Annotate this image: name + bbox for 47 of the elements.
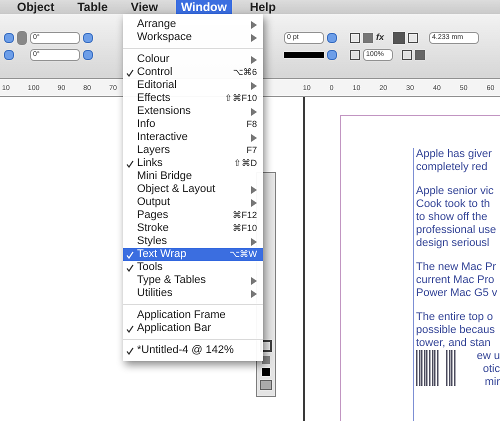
menu-item[interactable]: Effects ⇧⌘F10 — [123, 92, 263, 105]
body-text-line: tower, and stan — [416, 337, 492, 350]
body-text-line: Apple senior vic — [416, 185, 495, 198]
menu-item[interactable]: Workspace — [123, 31, 263, 44]
body-text-line: otic — [482, 363, 500, 376]
menu-item[interactable]: Editorial — [123, 79, 263, 92]
body-text-line: The entire top o — [416, 311, 494, 324]
menu-item[interactable]: Colour — [123, 53, 263, 66]
menu-item[interactable]: Info F8 — [123, 118, 263, 131]
menu-item[interactable]: Layers F7 — [123, 144, 263, 157]
body-text-line: completely red — [416, 161, 489, 174]
menu-item[interactable]: Extensions — [123, 105, 263, 118]
body-text-line: Apple has giver — [416, 148, 493, 161]
body-text-line: to show off the — [416, 211, 488, 224]
menu-item[interactable]: Output — [123, 196, 263, 209]
default-fill-icon — [262, 368, 270, 376]
effects-button[interactable]: fx — [376, 31, 384, 45]
stroke-swatch — [284, 52, 324, 58]
menu-title[interactable]: Help — [244, 0, 281, 14]
menu-item[interactable]: Text Wrap ⌥⌘W — [123, 248, 263, 261]
menu-item[interactable]: Tools — [123, 261, 263, 274]
menu-item[interactable]: Control ⌥⌘6 — [123, 66, 263, 79]
menu-title[interactable]: Table — [72, 0, 113, 14]
body-text-line: possible becaus — [416, 324, 496, 337]
menu-item[interactable]: Application Frame — [123, 309, 263, 322]
body-text-line: mir — [484, 376, 500, 389]
menu-title[interactable]: View — [126, 0, 163, 14]
menu-item[interactable]: Links ⇧⌘D — [123, 157, 263, 170]
menu-item[interactable]: Type & Tables — [123, 274, 263, 287]
menu-item[interactable]: Object & Layout — [123, 183, 263, 196]
body-text-line: Power Mac G5 v — [416, 287, 498, 300]
menu-item[interactable]: Utilities — [123, 287, 263, 300]
menu-item[interactable]: Application Bar — [123, 322, 263, 335]
menu-title[interactable]: Window — [176, 0, 232, 14]
menu-item[interactable]: *Untitled-4 @ 142% — [123, 344, 263, 357]
menu-item[interactable]: Arrange — [123, 18, 263, 31]
menu-item[interactable]: Mini Bridge — [123, 170, 263, 183]
menu-item[interactable]: Interactive — [123, 131, 263, 144]
menu-item[interactable]: Pages ⌘F12 — [123, 209, 263, 222]
body-text-line: The new Mac Pr — [416, 261, 498, 274]
body-text-line: professional use — [416, 224, 498, 237]
body-text-line: ew u — [476, 350, 500, 363]
menu-title[interactable]: Object — [12, 0, 60, 14]
body-text-line: Cook took to th — [416, 198, 491, 211]
body-text-line: design seriousl — [416, 237, 490, 250]
menu-item[interactable]: Stroke ⌘F10 — [123, 222, 263, 235]
body-text-line: current Mac Pro — [416, 274, 496, 287]
